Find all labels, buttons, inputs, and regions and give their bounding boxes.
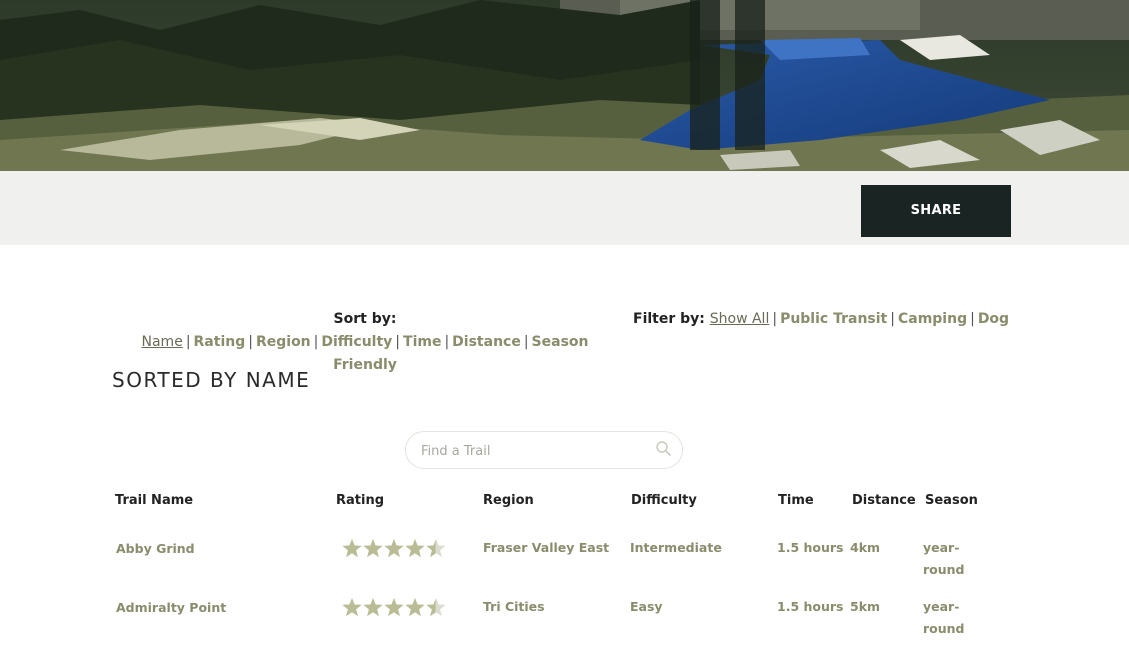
sort-controls: Sort by: Name | Rating | Region | Difficulty | T… [141,311,589,373]
star-icon [363,598,383,617]
column-header-trail-name[interactable]: Trail Name [115,493,193,508]
search-icon[interactable] [655,440,673,458]
hero-image [0,0,1129,171]
trail-season: year-round [923,599,965,636]
star-icon [384,598,404,617]
star-icon [342,598,362,617]
sort-option-distance[interactable]: Distance [452,334,521,350]
share-button[interactable]: SHARE [861,185,1011,237]
column-header-difficulty[interactable]: Difficulty [631,493,697,508]
column-header-season[interactable]: Season [925,493,978,508]
star-rating [342,539,446,558]
trail-time: 1.5 hours [777,599,844,614]
sort-option-rating[interactable]: Rating [194,334,246,350]
sort-option-difficulty[interactable]: Difficulty [321,334,392,350]
filter-option-camping[interactable]: Camping [898,311,967,327]
filter-option-show-all[interactable]: Show All [710,311,770,327]
trail-difficulty: Intermediate [630,540,722,555]
star-icon [405,539,425,558]
sort-option-region[interactable]: Region [256,334,311,350]
column-header-distance[interactable]: Distance [852,493,916,508]
column-header-time[interactable]: Time [778,493,814,508]
trail-name-link[interactable]: Admiralty Point [116,597,226,619]
filter-option-dog[interactable]: Dog [978,311,1009,327]
trail-time: 1.5 hours [777,540,844,555]
trail-distance: 4km [850,540,881,555]
star-icon [342,539,362,558]
sort-label: Sort by: [333,311,397,327]
star-rating [342,598,446,617]
trail-difficulty: Easy [630,599,663,614]
trail-name-link[interactable]: Abby Grind [116,538,195,560]
star-icon [384,539,404,558]
filter-label: Filter by: [633,311,705,327]
search-input[interactable] [419,440,648,462]
filter-option-public-transit[interactable]: Public Transit [780,311,887,327]
page-heading: SORTED BY NAME [112,368,311,392]
trail-region: Fraser Valley East [483,540,610,555]
column-header-region[interactable]: Region [483,493,534,508]
sort-option-name[interactable]: Name [142,334,183,350]
star-icon [405,598,425,617]
trail-region: Tri Cities [483,599,545,614]
trail-distance: 5km [850,599,881,614]
star-icon [363,539,383,558]
search-box [405,431,683,469]
column-header-rating[interactable]: Rating [336,493,384,508]
filter-controls: Filter by: Show All | Public Transit | Campi… [633,311,1010,327]
trail-season: year-round [923,540,965,577]
sort-option-time[interactable]: Time [403,334,441,350]
